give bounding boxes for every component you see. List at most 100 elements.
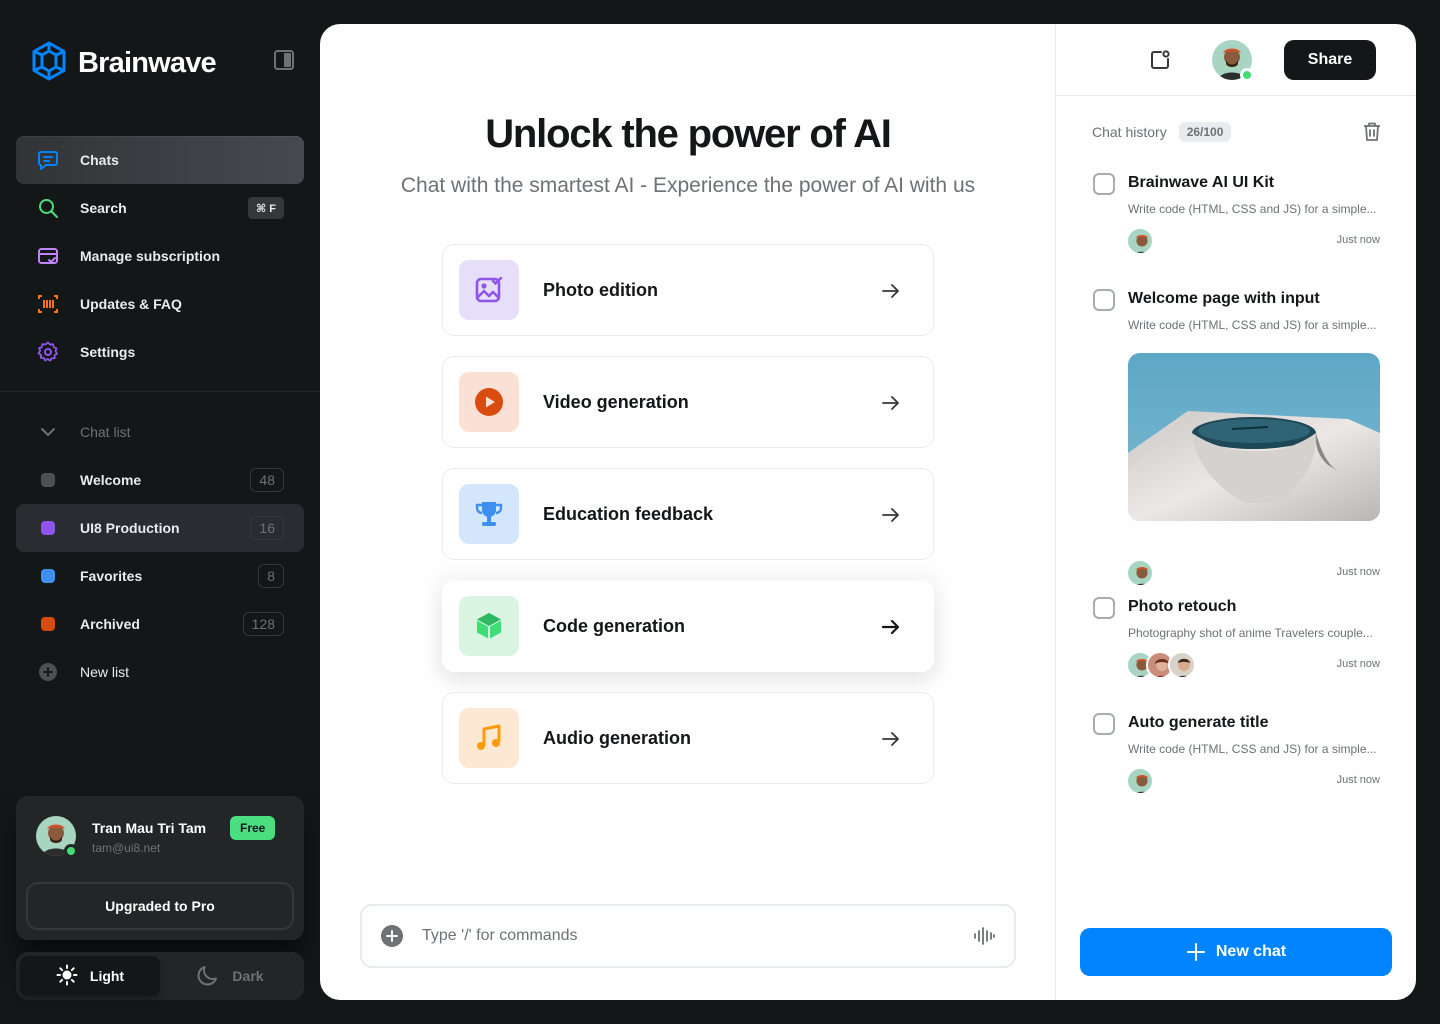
chat-list-item-ui8-production[interactable]: UI8 Production 16	[16, 504, 304, 552]
upgrade-button[interactable]: Upgraded to Pro	[26, 882, 294, 930]
history-checkbox[interactable]	[1093, 597, 1115, 619]
voice-waveform-icon[interactable]	[972, 924, 996, 948]
add-circle-icon	[36, 660, 60, 684]
nav-item-updates-faq[interactable]: Updates & FAQ	[16, 280, 304, 328]
arrow-right-icon	[882, 732, 899, 746]
page-title: Unlock the power of AI	[485, 112, 892, 156]
chat-icon	[36, 148, 60, 172]
chat-list-toggle[interactable]: Chat list	[16, 408, 304, 456]
feature-card-label: Education feedback	[543, 503, 714, 524]
history-checkbox[interactable]	[1093, 173, 1115, 195]
feature-card-photo-edition[interactable]: Photo edition	[442, 244, 934, 336]
play-icon	[459, 372, 519, 432]
theme-light-option[interactable]: Light	[20, 956, 160, 996]
brand-logo[interactable]: Brainwave	[28, 40, 217, 87]
new-chat-label: New chat	[1215, 943, 1287, 960]
history-checkbox[interactable]	[1093, 289, 1115, 311]
attach-plus-icon[interactable]	[380, 924, 404, 948]
chat-lists: Chat list Welcome 48 UI8 Production 16 F…	[16, 408, 304, 696]
feature-card-label: Code generation	[543, 615, 686, 636]
history-item[interactable]: Brainwave AI UI Kit Write code (HTML, CS…	[1092, 173, 1392, 263]
theme-light-label: Light	[89, 968, 125, 984]
history-description: Write code (HTML, CSS and JS) for a simp…	[1128, 202, 1377, 216]
new-chat-button[interactable]: New chat	[1080, 928, 1392, 976]
color-dot	[41, 521, 55, 535]
history-time: Just now	[1336, 566, 1380, 578]
moon-icon	[196, 963, 220, 990]
history-title: Brainwave AI UI Kit	[1128, 174, 1275, 191]
history-item[interactable]: Photo retouch Photography shot of anime …	[1092, 597, 1392, 687]
history-time: Just now	[1336, 234, 1380, 246]
music-icon	[459, 708, 519, 768]
new-list-button[interactable]: New list	[16, 648, 304, 696]
collapse-sidebar-button[interactable]	[272, 48, 296, 72]
feature-card-code-generation[interactable]: Code generation	[442, 580, 934, 672]
new-window-icon[interactable]	[1148, 48, 1172, 72]
color-dot	[41, 473, 55, 487]
user-card: Tran Mau Tri Tam tam@ui8.net Free Upgrad…	[16, 796, 304, 940]
feature-card-video-generation[interactable]: Video generation	[442, 356, 934, 448]
main-nav: Chats Search ⌘ F Manage subscription Upd…	[16, 136, 304, 376]
feature-card-education-feedback[interactable]: Education feedback	[442, 468, 934, 560]
chat-list-count: 8	[258, 564, 284, 588]
avatar	[1126, 559, 1154, 587]
chat-list-item-favorites[interactable]: Favorites 8	[16, 552, 304, 600]
chat-list-label: Archived	[80, 616, 140, 632]
main-panel: Unlock the power of AI Chat with the sma…	[320, 24, 1416, 1000]
arrow-right-icon	[882, 508, 899, 522]
chat-history-count: 26/100	[1178, 122, 1232, 142]
arrow-right-icon	[882, 396, 899, 410]
new-list-label: New list	[80, 664, 130, 680]
brainwave-logo-icon	[28, 40, 70, 87]
message-input[interactable]	[422, 906, 942, 966]
trophy-icon	[459, 484, 519, 544]
history-meta: Just now	[1126, 767, 1380, 795]
history-time: Just now	[1336, 658, 1380, 670]
chevron-down-icon	[36, 420, 60, 444]
history-item[interactable]: Welcome page with input Write code (HTML…	[1092, 289, 1392, 589]
nav-item-label: Search	[80, 200, 127, 216]
right-header: Share	[1056, 24, 1416, 96]
history-title: Welcome page with input	[1128, 290, 1320, 307]
history-title: Photo retouch	[1128, 598, 1237, 615]
online-status-dot	[64, 844, 78, 858]
history-meta: Just now	[1126, 651, 1380, 679]
history-description: Photography shot of anime Travelers coup…	[1128, 626, 1373, 640]
share-button[interactable]: Share	[1284, 40, 1376, 80]
search-shortcut-badge: ⌘ F	[248, 197, 284, 219]
arrow-right-icon	[881, 619, 900, 635]
history-title: Auto generate title	[1128, 714, 1269, 731]
chat-list-item-welcome[interactable]: Welcome 48	[16, 456, 304, 504]
search-icon	[36, 196, 60, 220]
photo-icon	[459, 260, 519, 320]
history-thumbnail-image	[1128, 353, 1380, 521]
chat-list-item-archived[interactable]: Archived 128	[16, 600, 304, 648]
sidebar-divider	[0, 391, 320, 392]
history-checkbox[interactable]	[1093, 713, 1115, 735]
avatar	[1126, 227, 1154, 255]
chat-list-count: 48	[250, 468, 284, 492]
online-status-dot	[1240, 68, 1254, 82]
nav-item-search[interactable]: Search ⌘ F	[16, 184, 304, 232]
theme-dark-option[interactable]: Dark	[160, 956, 300, 996]
nav-item-chats[interactable]: Chats	[16, 136, 304, 184]
nav-item-settings[interactable]: Settings	[16, 328, 304, 376]
history-description: Write code (HTML, CSS and JS) for a simp…	[1128, 318, 1377, 332]
chat-list-count: 16	[250, 516, 284, 540]
history-item[interactable]: Auto generate title Write code (HTML, CS…	[1092, 713, 1392, 803]
barcode-icon	[36, 292, 60, 316]
plan-badge: Free	[230, 816, 276, 840]
user-name: Tran Mau Tri Tam	[92, 820, 207, 836]
color-dot	[41, 617, 55, 631]
feature-card-audio-generation[interactable]: Audio generation	[442, 692, 934, 784]
message-composer	[360, 904, 1016, 968]
nav-item-label: Manage subscription	[80, 248, 221, 264]
plus-icon	[1186, 943, 1205, 961]
trash-icon[interactable]	[1360, 120, 1384, 144]
arrow-right-icon	[882, 284, 899, 298]
chat-welcome-area: Unlock the power of AI Chat with the sma…	[320, 24, 1056, 1000]
user-email: tam@ui8.net	[92, 841, 161, 855]
theme-dark-label: Dark	[232, 968, 264, 984]
nav-item-manage-subscription[interactable]: Manage subscription	[16, 232, 304, 280]
history-meta: Just now	[1126, 227, 1380, 255]
